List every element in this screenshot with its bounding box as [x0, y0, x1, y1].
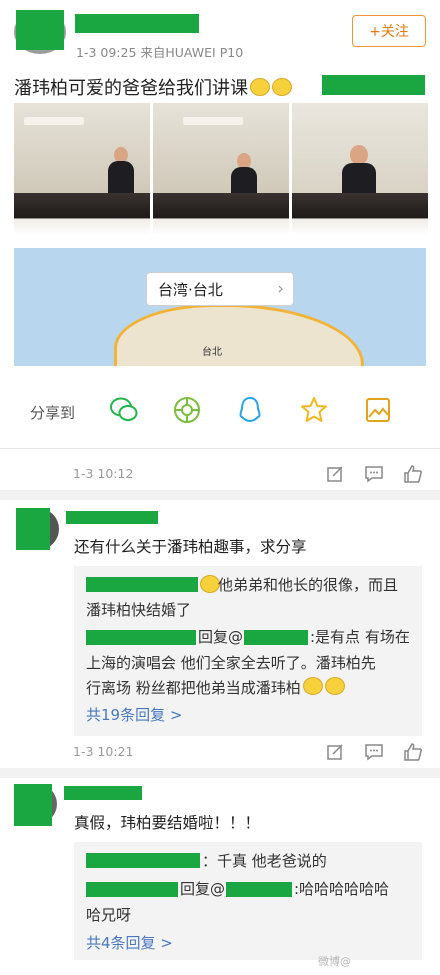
comment-icon[interactable] — [361, 739, 387, 765]
location-map[interactable]: 台湾·台北 › 台北 — [14, 248, 426, 366]
location-card[interactable]: 台湾·台北 › — [146, 272, 294, 306]
post-time: 1-3 10:12 — [73, 466, 134, 481]
repost-icon[interactable] — [322, 739, 348, 765]
map-city-label: 台北 — [202, 347, 222, 358]
comment-icon[interactable] — [361, 461, 387, 487]
wechat-icon[interactable] — [108, 394, 140, 426]
post-action-row: 1-3 10:12 — [0, 459, 440, 489]
more-replies-link[interactable]: 共4条回复 > — [86, 932, 173, 953]
post-text: 潘玮柏可爱的爸爸给我们讲课 — [14, 74, 292, 100]
censored-commenter-name — [66, 511, 158, 524]
divider-line — [0, 448, 440, 449]
censored-post-suffix — [322, 75, 425, 95]
qzone-icon[interactable] — [298, 394, 330, 426]
reply-line: :是有点 有场在 — [310, 628, 410, 646]
censored-commenter-avatar — [16, 508, 50, 550]
reply-line: ：千真 他老爸说的 — [202, 852, 327, 870]
comment-action-row: 1-3 10:21 — [0, 737, 440, 767]
reply-box[interactable]: 他弟弟和他长的很像，而且 潘玮柏快结婚了 回复@ :是有点 有场在 上海的演唱会… — [74, 566, 422, 736]
emoji-icon — [272, 78, 292, 96]
map-landmass — [114, 304, 364, 366]
reply-line: 回复@ — [180, 880, 226, 898]
post-photo-1[interactable] — [14, 103, 150, 235]
post-header: 1-3 09:25 来自HUAWEI P10 +关注 — [0, 0, 440, 64]
comment-text: 还有什么关于潘玮柏趣事，求分享 — [74, 538, 307, 556]
save-image-icon[interactable] — [362, 394, 394, 426]
like-icon[interactable] — [400, 739, 426, 765]
repost-icon[interactable] — [322, 461, 348, 487]
reply-line: :哈哈哈哈哈哈 — [294, 880, 390, 898]
censored-username — [16, 10, 64, 50]
reply-line: 潘玮柏快结婚了 — [86, 601, 192, 619]
post-meta: 1-3 09:25 来自HUAWEI P10 — [76, 45, 244, 60]
censored-commenter-avatar — [14, 784, 52, 826]
censored-reply-user — [226, 882, 292, 897]
censored-commenter-name — [64, 786, 142, 800]
censored-reply-user — [86, 630, 196, 645]
qq-icon[interactable] — [234, 394, 266, 426]
emoji-icon — [200, 575, 220, 593]
emoji-icon — [250, 78, 270, 96]
censored-reply-user — [244, 630, 308, 645]
moments-icon[interactable] — [171, 394, 203, 426]
censored-reply-user — [86, 882, 178, 897]
reply-line: 他弟弟和他长的很像，而且 — [218, 576, 399, 594]
section-divider — [0, 768, 440, 778]
share-label: 分享到 — [30, 404, 76, 422]
like-icon[interactable] — [400, 461, 426, 487]
post-text-content: 潘玮柏可爱的爸爸给我们讲课 — [14, 78, 248, 99]
reply-box[interactable]: ：千真 他老爸说的 回复@ :哈哈哈哈哈哈 哈兄呀 共4条回复 > — [74, 842, 422, 960]
emoji-icon — [324, 677, 345, 695]
share-row: 分享到 — [0, 380, 440, 440]
section-divider — [0, 490, 440, 500]
location-name: 台湾·台北 — [158, 280, 223, 299]
comment-time: 1-3 10:21 — [73, 744, 134, 759]
reply-line: 回复@ — [198, 628, 244, 646]
post-photo-3[interactable] — [292, 103, 428, 235]
comment-text: 真假，玮柏要结婚啦！！！ — [74, 814, 261, 832]
watermark: 微博@ — [318, 955, 351, 968]
censored-reply-user — [86, 577, 198, 592]
reply-line: 上海的演唱会 他们全家全去听了。潘玮柏先 — [86, 654, 376, 672]
censored-reply-user — [86, 853, 200, 868]
reply-line: 行离场 粉丝都把他弟当成潘玮柏 — [86, 677, 345, 698]
reply-line-text: 行离场 粉丝都把他弟当成潘玮柏 — [86, 679, 301, 697]
follow-button[interactable]: +关注 — [352, 15, 426, 47]
reply-line: 哈兄呀 — [86, 906, 132, 924]
post-photo-2[interactable] — [153, 103, 289, 235]
emoji-icon — [302, 677, 323, 695]
chevron-right-icon: › — [277, 279, 284, 299]
censored-author-name — [75, 14, 199, 33]
more-replies-link[interactable]: 共19条回复 > — [86, 704, 182, 725]
